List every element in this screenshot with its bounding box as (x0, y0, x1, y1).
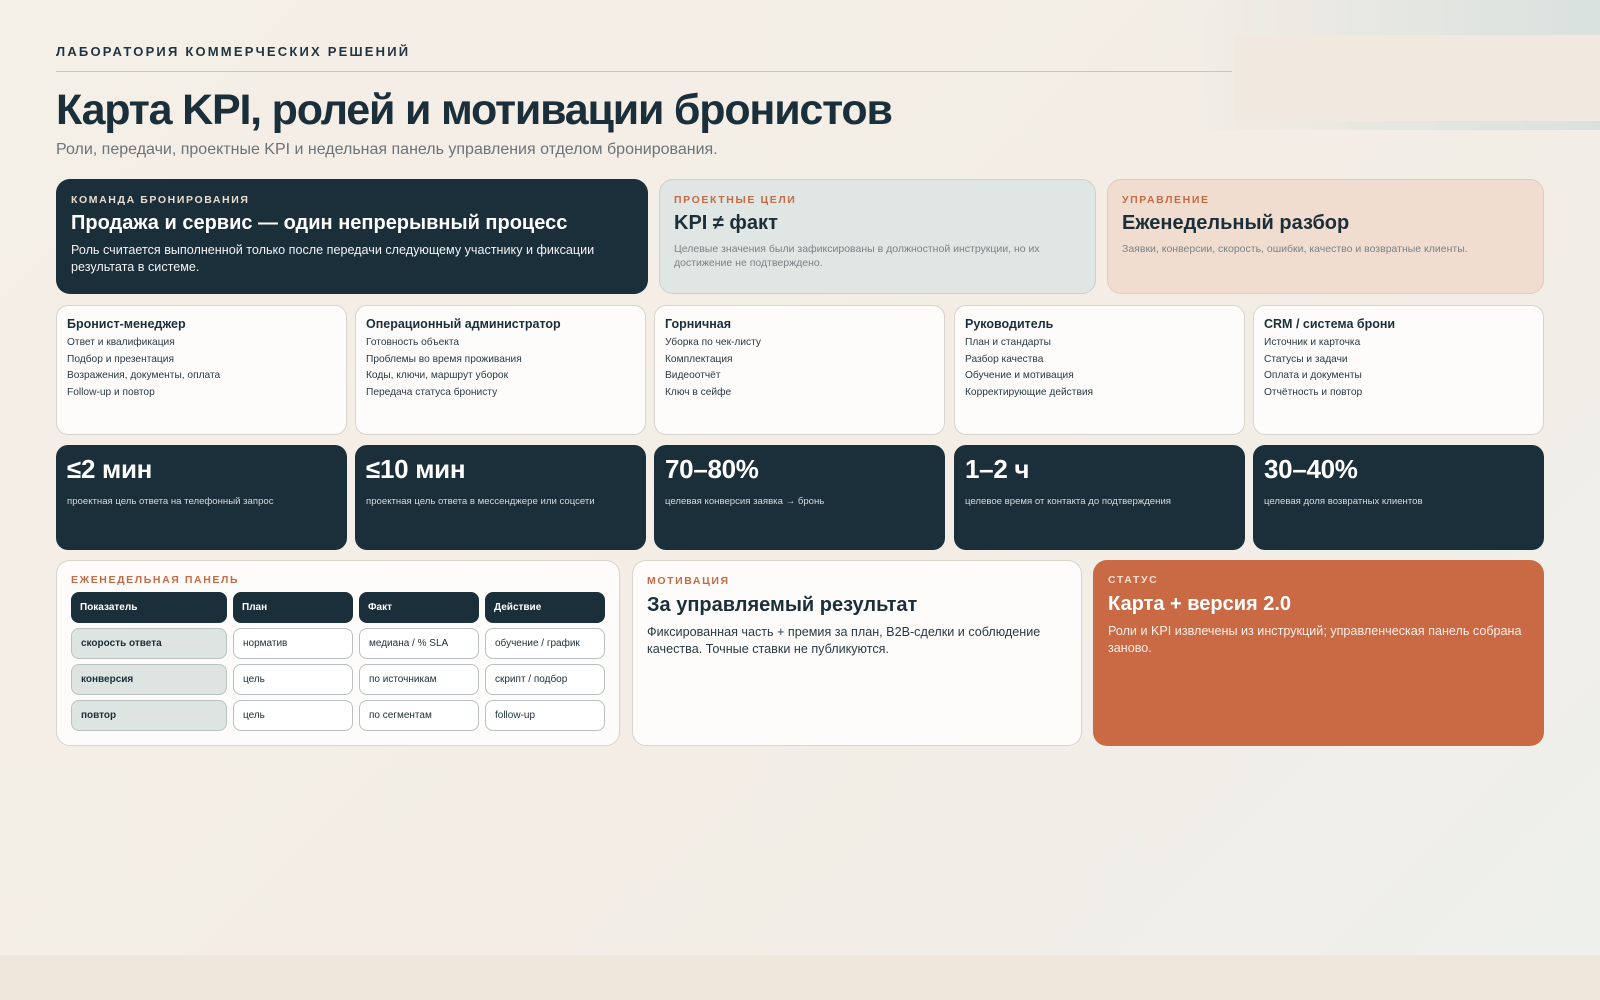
role-duties: Готовность объекта Проблемы во время про… (366, 335, 635, 402)
table-cell-action: follow-up (485, 700, 605, 731)
kpi-value: 1–2 ч (965, 454, 1030, 484)
role-duty: Источник и карточка (1264, 337, 1361, 348)
role-duties: Уборка по чек-листу Комплектация Видеоот… (665, 335, 934, 402)
role-duty: Обучение и мотивация (965, 370, 1074, 382)
table-cell-fact: медиана / % SLA (359, 628, 479, 659)
motivation-label: МОТИВАЦИЯ (647, 575, 730, 587)
role-duty: Комплектация (665, 353, 733, 365)
role-duty: Разбор качества (965, 353, 1044, 365)
role-title: Горничная (665, 317, 732, 331)
table-row-metric: конверсия (71, 664, 227, 695)
table-cell-fact: по сегментам (359, 700, 479, 731)
table-cell-action: обучение / график (485, 628, 605, 659)
page-kicker: ЛАБОРАТОРИЯ КОММЕРЧЕСКИХ РЕШЕНИЙ (56, 44, 411, 59)
weekly-panel-label: ЕЖЕНЕДЕЛЬНАЯ ПАНЕЛЬ (71, 574, 240, 586)
table-cell-plan: норматив (233, 628, 353, 659)
team-card-label: КОМАНДА БРОНИРОВАНИЯ (71, 194, 250, 206)
kpi-description: целевая конверсия заявка → бронь (665, 496, 825, 507)
table-header-action: Действие (485, 592, 605, 623)
table-cell-action: скрипт / подбор (485, 664, 605, 695)
bottom-band (0, 955, 1600, 1000)
kpi-card-returning-clients: 30–40% целевая доля возвратных клиентов (1253, 445, 1544, 550)
kpi-description: проектная цель ответа на телефонный запр… (67, 496, 274, 507)
table-header-metric: Показатель (71, 592, 227, 623)
table-cell-fact: по источникам (359, 664, 479, 695)
role-duty: Проблемы во время проживания (366, 353, 522, 365)
role-duty: Коды, ключи, маршрут уборок (366, 370, 509, 382)
role-card-booking-manager: Бронист-менеджер Ответ и квалификация По… (56, 305, 347, 435)
role-duty: Ответ и квалификация (67, 337, 175, 348)
role-duty: Отчётность и повтор (1264, 387, 1363, 399)
management-card: УПРАВЛЕНИЕ Еженедельный разбор Заявки, к… (1107, 179, 1544, 294)
kpi-value: ≤10 мин (366, 454, 466, 484)
kpi-value: ≤2 мин (67, 454, 153, 484)
management-card-text: Заявки, конверсии, скорость, ошибки, кач… (1122, 243, 1468, 255)
kpi-card-confirmation-time: 1–2 ч целевое время от контакта до подтв… (954, 445, 1245, 550)
goals-card: ПРОЕКТНЫЕ ЦЕЛИ KPI ≠ факт Целевые значен… (659, 179, 1096, 294)
kpi-value: 70–80% (665, 454, 759, 484)
role-duty: Оплата и документы (1264, 370, 1362, 382)
role-duty: Готовность объекта (366, 337, 460, 348)
role-duty: Возражения, документы, оплата (67, 370, 221, 382)
role-title: Операционный администратор (366, 317, 561, 331)
role-card-manager: Руководитель План и стандарты Разбор кач… (954, 305, 1245, 435)
role-duties: План и стандарты Разбор качества Обучени… (965, 335, 1234, 402)
role-title: Руководитель (965, 317, 1054, 331)
table-cell-plan: цель (233, 700, 353, 731)
role-duty: План и стандарты (965, 337, 1051, 348)
table-header-fact: Факт (359, 592, 479, 623)
goals-card-title: KPI ≠ факт (674, 212, 778, 234)
role-duties: Ответ и квалификация Подбор и презентаци… (67, 335, 336, 402)
kpi-value: 30–40% (1264, 454, 1358, 484)
kpi-description: проектная цель ответа в мессенджере или … (366, 496, 595, 507)
kpi-description: целевая доля возвратных клиентов (1264, 496, 1423, 507)
weekly-panel-card: ЕЖЕНЕДЕЛЬНАЯ ПАНЕЛЬ Показатель План Факт… (56, 560, 620, 746)
table-row-metric: повтор (71, 700, 227, 731)
status-card: СТАТУС Карта + версия 2.0 Роли и KPI изв… (1093, 560, 1544, 746)
role-title: CRM / система брони (1264, 317, 1396, 331)
management-card-label: УПРАВЛЕНИЕ (1122, 194, 1210, 206)
role-duty: Ключ в сейфе (665, 387, 732, 399)
kpi-card-conversion: 70–80% целевая конверсия заявка → бронь (654, 445, 945, 550)
kpi-card-phone-response: ≤2 мин проектная цель ответа на телефонн… (56, 445, 347, 550)
team-card-title: Продажа и сервис — один непрерывный проц… (71, 212, 568, 234)
motivation-card: МОТИВАЦИЯ За управляемый результат Фикси… (632, 560, 1082, 746)
management-card-title: Еженедельный разбор (1122, 212, 1350, 234)
table-cell-plan: цель (233, 664, 353, 695)
kpi-description: целевое время от контакта до подтвержден… (965, 496, 1171, 507)
status-label: СТАТУС (1108, 574, 1159, 586)
role-duty: Подбор и презентация (67, 353, 174, 365)
page-title: Карта KPI, ролей и мотивации бронистов (56, 86, 893, 134)
team-card: КОМАНДА БРОНИРОВАНИЯ Продажа и сервис — … (56, 179, 648, 294)
role-card-housekeeper: Горничная Уборка по чек-листу Комплектац… (654, 305, 945, 435)
role-card-operations-admin: Операционный администратор Готовность об… (355, 305, 646, 435)
role-duty: Статусы и задачи (1264, 353, 1348, 365)
goals-card-label: ПРОЕКТНЫЕ ЦЕЛИ (674, 194, 797, 206)
role-title: Бронист-менеджер (67, 317, 186, 331)
background-decoration-panel (1235, 35, 1600, 121)
status-text: Роли и KPI извлечены из инструкций; упра… (1108, 624, 1522, 655)
role-duty: Корректирующие действия (965, 387, 1094, 399)
role-duties: Источник и карточка Статусы и задачи Опл… (1264, 335, 1533, 402)
role-duty: Уборка по чек-листу (665, 337, 762, 348)
kpi-card-messenger-response: ≤10 мин проектная цель ответа в мессендж… (355, 445, 646, 550)
page-subtitle: Роли, передачи, проектные KPI и недельна… (56, 141, 718, 158)
status-title: Карта + версия 2.0 (1108, 593, 1292, 615)
motivation-text: Фиксированная часть + премия за план, B2… (647, 625, 1041, 656)
team-card-text: Роль считается выполненной только после … (71, 243, 595, 274)
goals-card-text: Целевые значения были зафиксированы в до… (674, 243, 1040, 269)
table-header-plan: План (233, 592, 353, 623)
header-divider (56, 71, 1232, 72)
motivation-title: За управляемый результат (647, 594, 918, 616)
table-row-metric: скорость ответа (71, 628, 227, 659)
role-duty: Видеоотчёт (665, 370, 721, 382)
role-duty: Передача статуса бронисту (366, 387, 498, 399)
role-card-crm-system: CRM / система брони Источник и карточка … (1253, 305, 1544, 435)
role-duty: Follow-up и повтор (67, 387, 155, 399)
